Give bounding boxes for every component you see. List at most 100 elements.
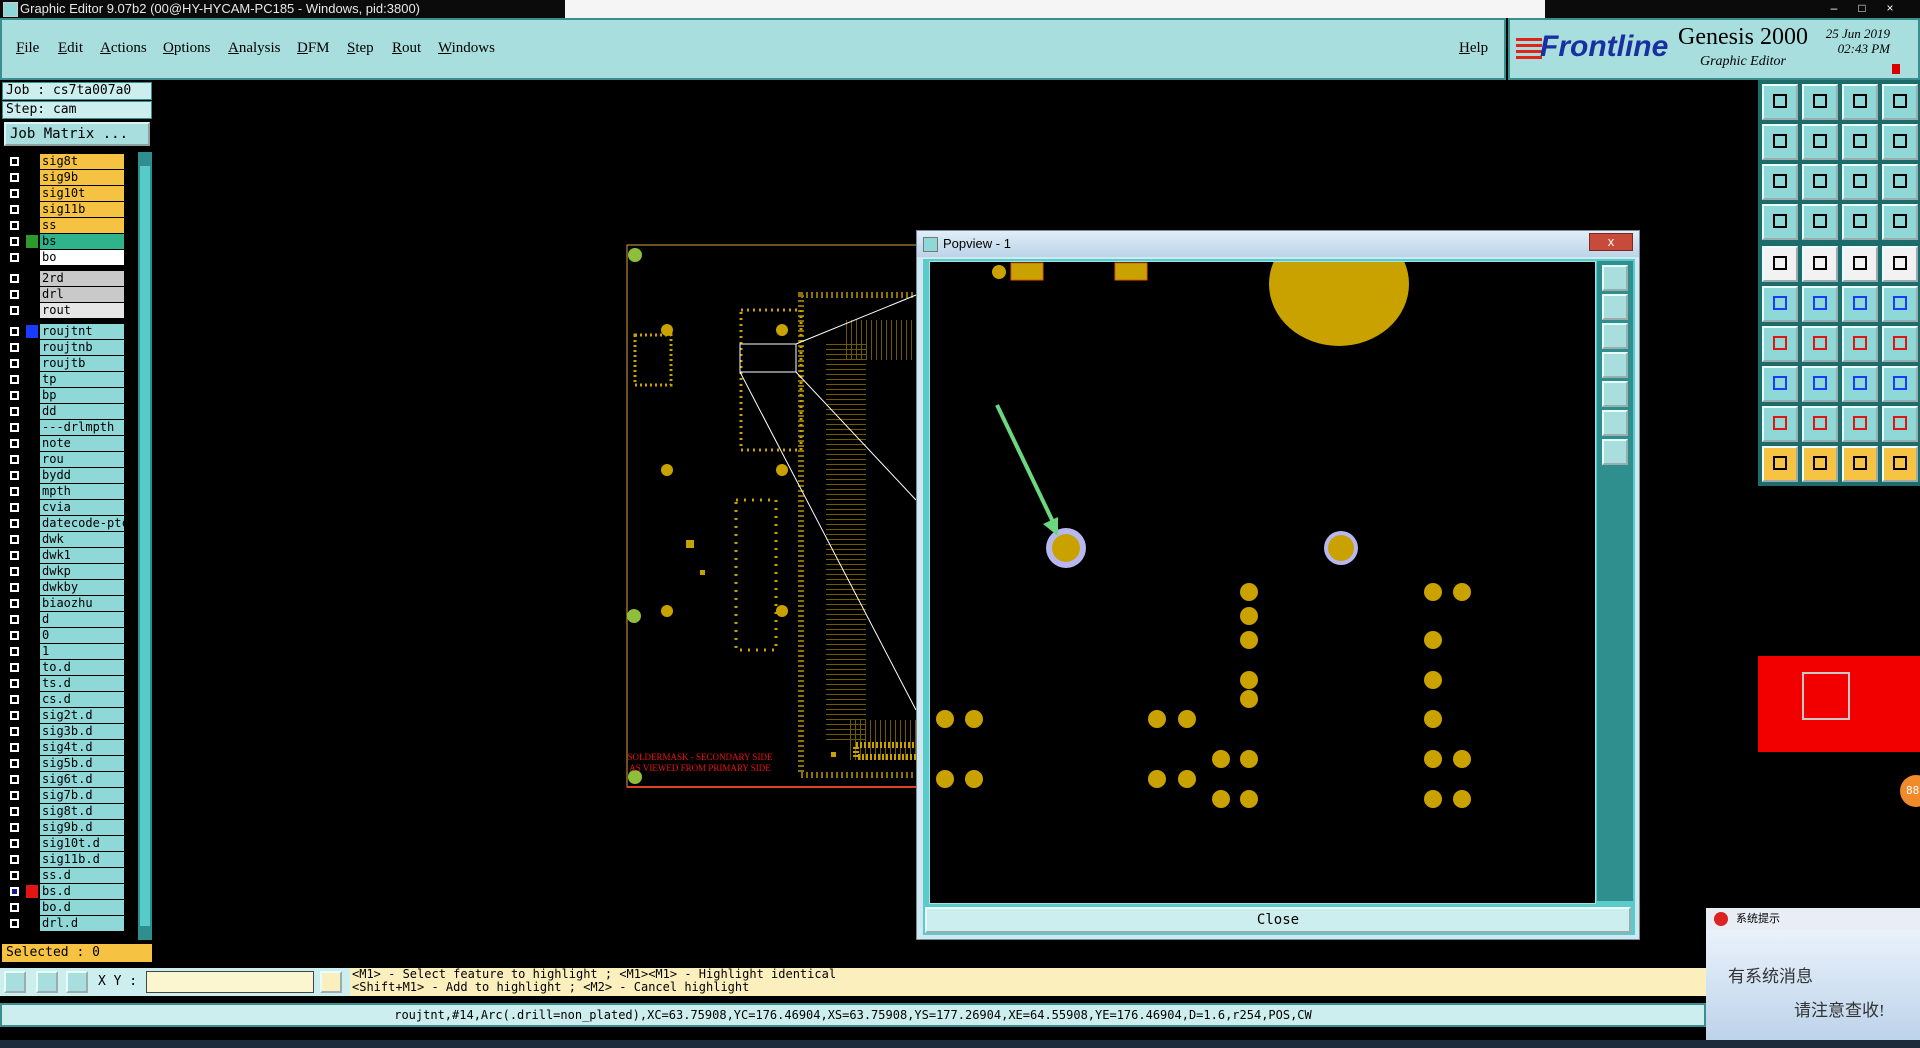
copy-icon[interactable]: [1762, 366, 1798, 402]
square-icon[interactable]: [1882, 246, 1918, 282]
zoom-right-icon[interactable]: [1802, 124, 1838, 160]
layer-row[interactable]: bp: [2, 388, 136, 403]
scrollbar-thumb[interactable]: [140, 166, 150, 926]
layer-row[interactable]: sig8t: [2, 154, 136, 169]
layer-row[interactable]: dwk1: [2, 548, 136, 563]
layer-row[interactable]: bs: [2, 234, 136, 249]
layer-icon[interactable]: [1842, 204, 1878, 240]
layer-row[interactable]: sig9b: [2, 170, 136, 185]
layer-row[interactable]: to.d: [2, 660, 136, 675]
layer-checkbox[interactable]: [10, 471, 19, 480]
grid-icon[interactable]: [66, 971, 88, 993]
popview-zoom-in-icon[interactable]: [1602, 265, 1628, 291]
layer-row[interactable]: sig9b.d: [2, 820, 136, 835]
pointer-icon[interactable]: [1762, 446, 1798, 482]
layer-row[interactable]: note: [2, 436, 136, 451]
select-icon[interactable]: [1802, 446, 1838, 482]
layer-row[interactable]: roujtnt: [2, 324, 136, 339]
layer-checkbox[interactable]: [10, 221, 19, 230]
zoom-left-icon[interactable]: [1762, 124, 1798, 160]
layer-row[interactable]: sig11b: [2, 202, 136, 217]
layer-checkbox[interactable]: [10, 274, 19, 283]
layer-checkbox[interactable]: [10, 567, 19, 576]
layer-row[interactable]: ss.d: [2, 868, 136, 883]
grid-icon[interactable]: [1882, 84, 1918, 120]
help-icon[interactable]: [1882, 164, 1918, 200]
layer-checkbox[interactable]: [10, 711, 19, 720]
layer-row[interactable]: drl.d: [2, 916, 136, 931]
system-notification[interactable]: 系统提示 有系统消息 请注意查收!: [1706, 908, 1920, 1040]
draw-icon[interactable]: [1802, 326, 1838, 362]
move-icon[interactable]: [1882, 286, 1918, 322]
minimize-icon[interactable]: ‒: [1822, 0, 1846, 15]
layer-row[interactable]: drl: [2, 287, 136, 302]
popview-zoom-out-icon[interactable]: [1602, 294, 1628, 320]
popview-left-icon[interactable]: [1602, 352, 1628, 378]
layer-row[interactable]: sig7b.d: [2, 788, 136, 803]
layer-checkbox[interactable]: [10, 823, 19, 832]
layer-row[interactable]: 0: [2, 628, 136, 643]
layer-row[interactable]: bydd: [2, 468, 136, 483]
layer-row[interactable]: ss: [2, 218, 136, 233]
navigator-view-box[interactable]: [1802, 672, 1850, 720]
menu-edit[interactable]: Edit: [58, 40, 83, 57]
snap-icon[interactable]: [4, 971, 26, 993]
line-icon[interactable]: [1762, 326, 1798, 362]
fit-icon[interactable]: [1762, 164, 1798, 200]
layer-checkbox[interactable]: [10, 503, 19, 512]
layer-row[interactable]: sig5b.d: [2, 756, 136, 771]
menu-windows[interactable]: Windows: [438, 40, 495, 57]
layer-checkbox[interactable]: [10, 551, 19, 560]
menu-analysis[interactable]: Analysis: [228, 40, 281, 57]
menu-actions[interactable]: Actions: [100, 40, 147, 57]
scale-icon[interactable]: [1842, 164, 1878, 200]
layer-checkbox[interactable]: [10, 455, 19, 464]
cross-icon[interactable]: [1802, 286, 1838, 322]
popview-canvas[interactable]: [929, 261, 1596, 904]
target-icon[interactable]: [1762, 246, 1798, 282]
layer-checkbox[interactable]: [10, 407, 19, 416]
layer-row[interactable]: rou: [2, 452, 136, 467]
measure-icon[interactable]: [1762, 204, 1798, 240]
layer-checkbox[interactable]: [10, 759, 19, 768]
layer-checkbox[interactable]: [10, 306, 19, 315]
layer-checkbox[interactable]: [10, 391, 19, 400]
layer-checkbox[interactable]: [10, 290, 19, 299]
popview-right-icon[interactable]: [1602, 381, 1628, 407]
stack-icon[interactable]: [1882, 326, 1918, 362]
layer-checkbox[interactable]: [10, 631, 19, 640]
layer-row[interactable]: sig3b.d: [2, 724, 136, 739]
layer-row[interactable]: dwkby: [2, 580, 136, 595]
layer-row[interactable]: sig2t.d: [2, 708, 136, 723]
layer-checkbox[interactable]: [10, 599, 19, 608]
ruler-icon[interactable]: [1842, 246, 1878, 282]
layer-checkbox[interactable]: [10, 189, 19, 198]
popview-close-button[interactable]: Close: [925, 907, 1631, 933]
cut-icon[interactable]: [1802, 366, 1838, 402]
layer-checkbox[interactable]: [10, 839, 19, 848]
layer-checkbox[interactable]: [10, 535, 19, 544]
layer-checkbox[interactable]: [10, 173, 19, 182]
tri3-icon[interactable]: [1842, 406, 1878, 442]
layer-checkbox[interactable]: [10, 205, 19, 214]
save-icon[interactable]: [1802, 84, 1838, 120]
layer-row[interactable]: tp: [2, 372, 136, 387]
layer-checkbox[interactable]: [10, 727, 19, 736]
layer-checkbox[interactable]: [10, 663, 19, 672]
link-icon[interactable]: [1882, 204, 1918, 240]
navigator-panel[interactable]: [1758, 656, 1920, 752]
layer-row[interactable]: 1: [2, 644, 136, 659]
menu-step[interactable]: Step: [347, 40, 374, 57]
popview-titlebar[interactable]: Popview - 1: [917, 231, 1639, 257]
layer-row[interactable]: mpth: [2, 484, 136, 499]
open-icon[interactable]: [1762, 84, 1798, 120]
popview-close-icon[interactable]: x: [1589, 233, 1633, 251]
layer-checkbox[interactable]: [10, 695, 19, 704]
job-matrix-button[interactable]: Job Matrix ...: [4, 122, 150, 146]
lasso-icon[interactable]: [1842, 446, 1878, 482]
layer-checkbox[interactable]: [10, 887, 19, 896]
layer-row[interactable]: bs.d: [2, 884, 136, 899]
pan-icon[interactable]: [1802, 164, 1838, 200]
layer-checkbox[interactable]: [10, 807, 19, 816]
layer-row[interactable]: ---drlmpth: [2, 420, 136, 435]
